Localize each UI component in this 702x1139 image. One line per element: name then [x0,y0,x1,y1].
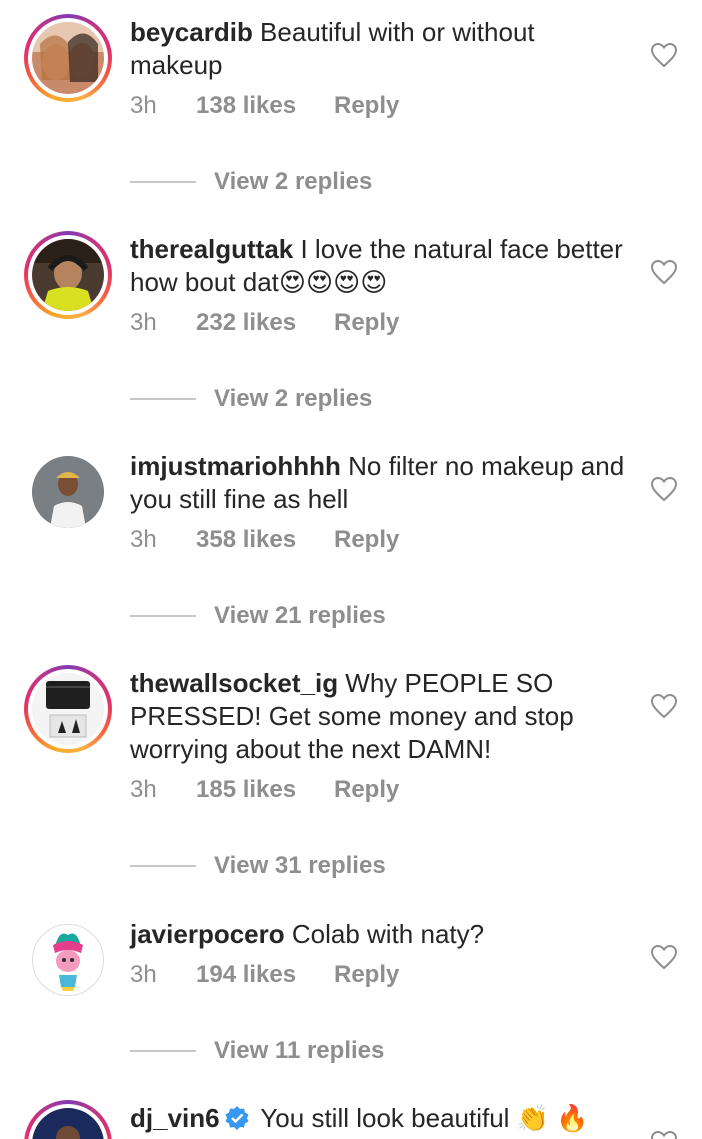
avatar[interactable] [24,916,112,1004]
divider-line [130,398,196,400]
comment-meta: 3h 194 likes Reply [130,961,630,989]
comment-body: You still look beautiful 👏 🔥 [253,1103,589,1133]
view-replies-button[interactable]: View 2 replies [130,385,372,413]
avatar[interactable] [24,231,112,319]
heart-icon[interactable] [650,259,678,285]
comment-username[interactable]: imjustmariohhhh [130,451,341,481]
comment-meta: 3h 358 likes Reply [130,526,630,554]
reply-button[interactable]: Reply [334,961,399,989]
comment-likes[interactable]: 138 likes [196,92,334,120]
comment-body: Colab with naty? [284,919,485,949]
avatar-image [32,1108,104,1139]
comment-text: imjustmariohhhh No filter no makeup and … [130,450,630,516]
avatar-image [32,239,104,311]
heart-icon[interactable] [650,1130,678,1139]
comment-likes[interactable]: 185 likes [196,776,334,804]
comment-likes[interactable]: 358 likes [196,526,334,554]
view-replies-label: View 2 replies [214,168,373,195]
comment-time: 3h [130,776,157,803]
divider-line [130,865,196,867]
avatar-image [32,456,104,528]
comment-time: 3h [130,961,157,988]
comment-meta: 3h 232 likes Reply [130,309,630,337]
comment-meta: 3h 185 likes Reply [130,776,630,804]
divider-line [130,1050,196,1052]
comment-likes[interactable]: 194 likes [196,961,334,989]
heart-icon[interactable] [650,42,678,68]
avatar[interactable] [24,665,112,753]
avatar[interactable] [24,14,112,102]
view-replies-button[interactable]: View 21 replies [130,602,386,630]
divider-line [130,181,196,183]
comment-text: beycardib Beautiful with or without make… [130,16,630,82]
avatar-image [32,22,104,94]
heart-icon[interactable] [650,476,678,502]
comment-text: thewallsocket_ig Why PEOPLE SO PRESSED! … [130,667,630,766]
avatar-image [32,673,104,745]
reply-button[interactable]: Reply [334,92,399,120]
comment-text: javierpocero Colab with naty? [130,918,630,951]
view-replies-label: View 11 replies [214,1037,385,1064]
heart-icon[interactable] [650,944,678,970]
avatar[interactable] [24,1100,112,1139]
comments-feed: beycardib Beautiful with or without make… [0,0,702,1139]
comment-likes[interactable]: 232 likes [196,309,334,337]
comment-meta: 3h 138 likes Reply [130,92,630,120]
reply-button[interactable]: Reply [334,309,399,337]
comment-text: therealguttak I love the natural face be… [130,233,630,299]
comment-username[interactable]: dj_vin6 [130,1103,220,1133]
view-replies-label: View 31 replies [214,852,386,879]
comment-time: 3h [130,309,157,336]
view-replies-button[interactable]: View 31 replies [130,852,386,880]
view-replies-label: View 2 replies [214,385,373,412]
comment-username[interactable]: javierpocero [130,919,285,949]
reply-button[interactable]: Reply [334,526,399,554]
comment-username[interactable]: therealguttak [130,234,293,264]
avatar[interactable] [24,448,112,536]
verified-badge-icon [225,1106,249,1130]
view-replies-label: View 21 replies [214,602,386,629]
comment-time: 3h [130,92,157,119]
divider-line [130,615,196,617]
reply-button[interactable]: Reply [334,776,399,804]
view-replies-button[interactable]: View 11 replies [130,1037,384,1065]
comment-username[interactable]: thewallsocket_ig [130,668,338,698]
comment-time: 3h [130,526,157,553]
heart-icon[interactable] [650,693,678,719]
comment-username[interactable]: beycardib [130,17,253,47]
view-replies-button[interactable]: View 2 replies [130,168,372,196]
comment-text: dj_vin6 You still look beautiful 👏 🔥 [130,1102,630,1135]
avatar-image [33,925,103,995]
